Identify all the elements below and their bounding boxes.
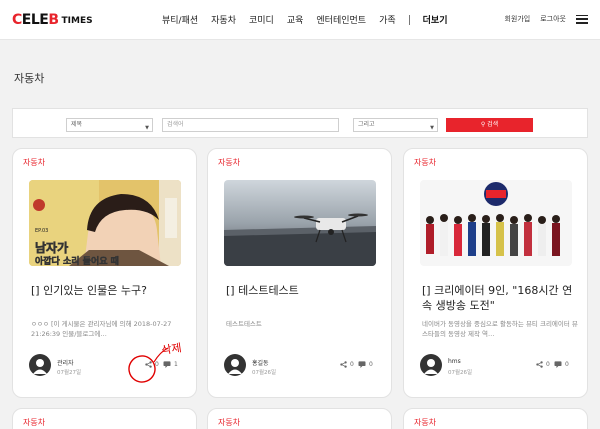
avatar[interactable] — [224, 354, 246, 376]
post-card[interactable]: 자동차 — [207, 408, 392, 429]
post-card[interactable]: 자동차 — [12, 408, 197, 429]
comment-icon — [358, 361, 366, 368]
comment-count: 0 — [369, 361, 373, 368]
card-thumbnail[interactable]: EP.03 남자가 아깝다 소리 들어요 때 — [29, 180, 181, 266]
post-card[interactable]: 자동차 [] 테스트테스트 테스트테스트 홍길동 07월26일 0 0 — [207, 148, 392, 398]
nav-item-family[interactable]: 가족 — [379, 13, 396, 26]
comment-icon — [554, 361, 562, 368]
card-category[interactable]: 자동차 — [218, 157, 240, 168]
card-author[interactable]: hms — [448, 358, 461, 365]
thumb-caption2: 아깝다 소리 들어요 때 — [35, 255, 119, 266]
card-category[interactable]: 자동차 — [218, 417, 240, 428]
chevron-down-icon: ▼ — [430, 125, 434, 131]
annotation-text: 삭제 — [161, 341, 183, 357]
share-icon — [340, 361, 347, 368]
nav-item-beauty[interactable]: 뷰티/패션 — [162, 13, 198, 26]
comments-button[interactable]: 0 — [554, 361, 569, 368]
join-link[interactable]: 회원가입 — [504, 14, 530, 24]
search-operator-select[interactable]: 그리고 ▼ — [353, 118, 438, 132]
nav-item-car[interactable]: 자동차 — [211, 13, 236, 26]
share-count: 0 — [350, 361, 354, 368]
nav-divider — [408, 14, 410, 25]
nav-item-education[interactable]: 교육 — [287, 13, 304, 26]
search-field-select[interactable]: 제목 ▼ — [66, 118, 153, 132]
user-links: 회원가입 로그아웃 — [494, 14, 588, 24]
logo-mark: CELEB — [12, 12, 59, 28]
card-excerpt: 네이버가 동영상을 중심으로 활동하는 뷰티 크리에이터 뷰스타들의 동영상 제… — [422, 320, 578, 338]
card-author[interactable]: 홍길동 — [252, 358, 269, 367]
user-icon — [424, 359, 438, 374]
share-button[interactable]: 0 — [536, 361, 550, 368]
nav-item-entertainment[interactable]: 엔터테인먼트 — [316, 13, 366, 26]
logout-link[interactable]: 로그아웃 — [540, 14, 566, 24]
card-author[interactable]: 관리자 — [57, 358, 74, 367]
card-title[interactable]: [] 인기있는 인물은 누구? — [31, 283, 187, 298]
card-thumbnail[interactable] — [224, 180, 376, 266]
avatar[interactable] — [29, 354, 51, 376]
card-title[interactable]: [] 크리에이터 9인, "168시간 연속 생방송 도전" — [422, 283, 578, 313]
search-input[interactable]: 검색어 — [162, 118, 339, 132]
card-date: 07월27일 — [57, 370, 82, 376]
nav-item-comedy[interactable]: 코미디 — [249, 13, 274, 26]
thumb-caption: 남자가 — [35, 240, 68, 255]
user-icon — [228, 359, 242, 374]
search-icon: ⚲ — [480, 121, 486, 128]
share-button[interactable]: 0 — [340, 361, 354, 368]
card-category[interactable]: 자동차 — [23, 157, 45, 168]
comment-count: 0 — [565, 361, 569, 368]
logo-sub: TIMES — [61, 16, 93, 26]
avatar[interactable] — [420, 354, 442, 376]
handwritten-annotation: 삭제 — [126, 340, 206, 394]
share-icon — [536, 361, 543, 368]
card-title[interactable]: [] 테스트테스트 — [226, 283, 382, 298]
hamburger-menu-icon[interactable] — [576, 14, 588, 24]
share-count: 0 — [546, 361, 550, 368]
site-header: CELEB TIMES 뷰티/패션 자동차 코미디 교육 엔터테인먼트 가족 더… — [0, 0, 600, 40]
card-category[interactable]: 자동차 — [414, 417, 436, 428]
card-category[interactable]: 자동차 — [414, 157, 436, 168]
site-logo[interactable]: CELEB TIMES — [12, 12, 93, 28]
post-card[interactable]: 자동차 [] 크리에이터 9인, "168시간 연속 생방송 도전" 네이버가 … — [403, 148, 588, 398]
chevron-down-icon: ▼ — [145, 125, 149, 131]
page-title: 자동차 — [14, 72, 45, 85]
card-date: 07월26일 — [448, 370, 473, 376]
thumb-badge: EP.03 — [35, 228, 48, 234]
nav-more[interactable]: 더보기 — [423, 13, 448, 26]
card-thumbnail[interactable] — [420, 180, 572, 266]
search-button[interactable]: ⚲ 검색 — [446, 118, 533, 132]
comments-button[interactable]: 0 — [358, 361, 373, 368]
post-card[interactable]: 자동차 — [403, 408, 588, 429]
main-nav: 뷰티/패션 자동차 코미디 교육 엔터테인먼트 가족 더보기 — [162, 13, 448, 26]
card-excerpt: 테스트테스트 — [226, 320, 262, 328]
card-date: 07월26일 — [252, 370, 277, 376]
card-category[interactable]: 자동차 — [23, 417, 45, 428]
search-bar: 제목 ▼ 검색어 그리고 ▼ ⚲ 검색 — [12, 108, 588, 138]
card-excerpt: ㅇㅇㅇ [이 게시물은 관리자님에 의해 2018-07-27 21:26:39… — [31, 320, 172, 338]
user-icon — [33, 359, 47, 374]
